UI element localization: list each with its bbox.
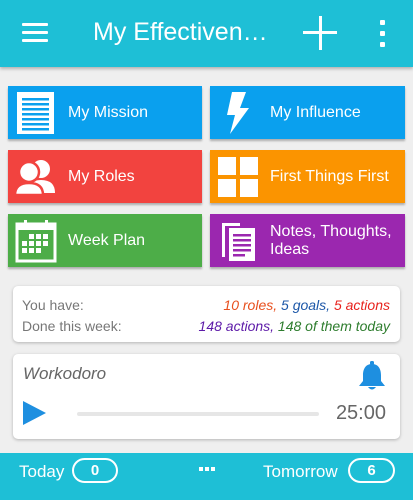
app-title: My Effectivene… — [93, 18, 281, 46]
tomorrow-label: Tomorrow — [263, 462, 338, 481]
bell-icon[interactable] — [358, 361, 386, 391]
tile-my-roles[interactable]: My Roles — [8, 150, 202, 203]
done-this-week-value: 148 actions, 148 of them today — [199, 317, 390, 335]
workodoro-card: Workodoro 25:00 — [13, 354, 400, 439]
tile-label: First Things First — [270, 167, 389, 185]
tile-label: My Influence — [270, 103, 361, 121]
roles-count: 10 roles, — [223, 297, 278, 313]
tile-label: Notes, Thoughts, Ideas — [270, 222, 392, 258]
today-label: Today — [19, 462, 65, 481]
horizontal-dots-icon[interactable] — [199, 467, 215, 472]
people-icon — [14, 160, 55, 197]
tile-my-influence[interactable]: My Influence — [210, 86, 405, 139]
done-this-week-label: Done this week: — [22, 318, 122, 334]
play-icon[interactable] — [21, 400, 47, 426]
actions-count: 5 actions — [333, 297, 390, 313]
progress-track[interactable] — [77, 412, 319, 416]
stats-card: You have: 10 roles, 5 goals, 5 actions D… — [13, 286, 400, 342]
workodoro-title: Workodoro — [23, 364, 107, 383]
four-squares-icon — [218, 157, 258, 197]
tomorrow-count-badge[interactable]: 6 — [348, 458, 395, 483]
timer-display: 25:00 — [335, 402, 386, 424]
bottom-bar: Today 0 Tomorrow 6 — [0, 453, 413, 500]
tile-label: Week Plan — [68, 231, 146, 249]
tile-label: My Roles — [68, 167, 135, 185]
lightning-bolt-icon — [227, 92, 249, 134]
tile-first-things-first[interactable]: First Things First — [210, 150, 405, 203]
hamburger-menu-icon[interactable] — [22, 21, 48, 43]
tile-my-mission[interactable]: My Mission — [8, 86, 202, 139]
plus-icon[interactable] — [303, 16, 337, 50]
today-count-badge[interactable]: 0 — [72, 458, 118, 483]
app-bar: My Effectivene… — [0, 0, 413, 67]
tile-label: My Mission — [68, 103, 149, 121]
you-have-label: You have: — [22, 297, 84, 313]
goals-count: 5 goals, — [281, 297, 331, 313]
you-have-value: 10 roles, 5 goals, 5 actions — [223, 296, 390, 314]
vertical-dots-icon[interactable] — [377, 20, 387, 48]
calendar-icon — [15, 220, 57, 263]
done-actions-count: 148 actions, — [198, 318, 275, 334]
tile-notes-thoughts-ideas[interactable]: Notes, Thoughts, Ideas — [210, 214, 405, 267]
notes-pages-icon — [222, 223, 255, 261]
tile-week-plan[interactable]: Week Plan — [8, 214, 202, 267]
done-today-count: 148 of them today — [277, 318, 390, 334]
document-lines-icon — [17, 92, 54, 134]
